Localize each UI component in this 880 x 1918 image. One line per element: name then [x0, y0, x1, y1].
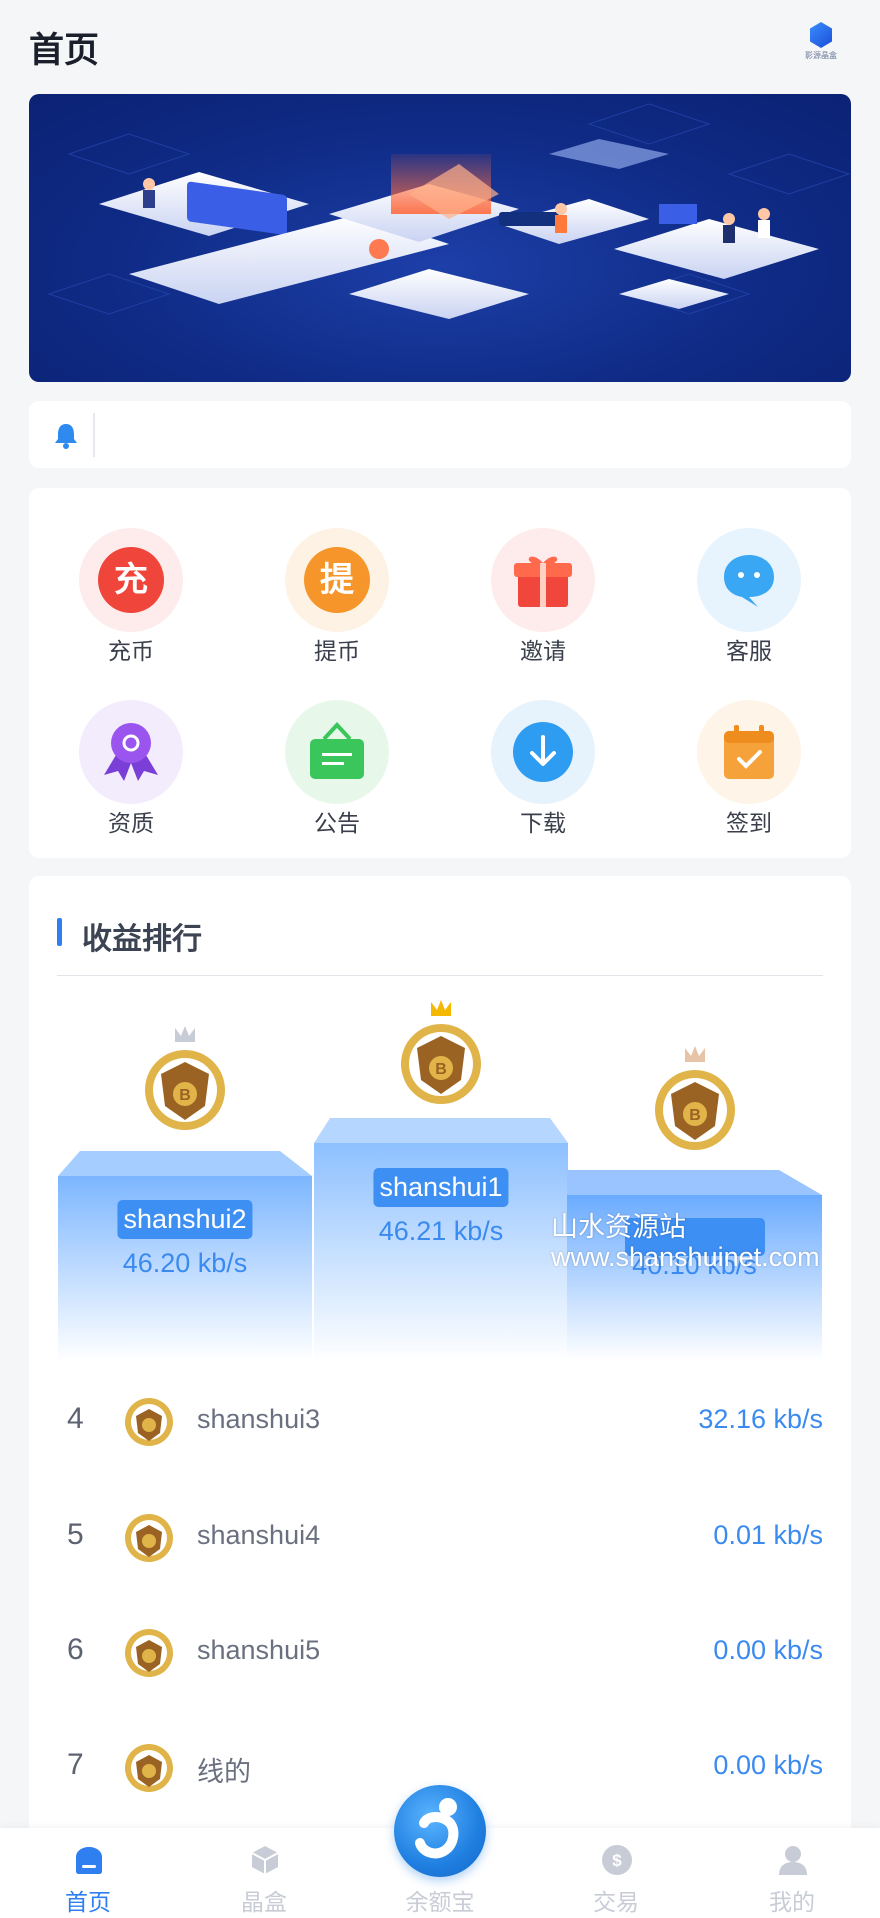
ranking-row[interactable]: 4 shanshui3 32.16 kb/s: [29, 1380, 851, 1460]
action-qualification[interactable]: 资质: [66, 674, 196, 836]
tab-label: 首页: [65, 1889, 111, 1915]
isometric-illustration: [47, 103, 851, 319]
tab-trade[interactable]: $ 交易: [528, 1828, 704, 1918]
rank-number: 6: [67, 1633, 84, 1666]
action-announcement[interactable]: 公告: [272, 674, 402, 836]
tab-label: 我的: [769, 1889, 815, 1915]
wallet-logo-icon: [415, 1798, 459, 1859]
rank-number: 7: [67, 1748, 84, 1781]
watermark-line2: www.shanshuinet.com: [551, 1242, 820, 1272]
tab-label: 晶盒: [241, 1889, 287, 1915]
action-checkin[interactable]: 签到: [684, 674, 814, 836]
rank-number: 4: [67, 1402, 84, 1435]
podium-first[interactable]: shanshui1 46.21 kb/s: [314, 1118, 568, 1361]
podium-name: shanshui1: [373, 1168, 509, 1207]
svg-text:$: $: [612, 1851, 622, 1870]
announcement-bar[interactable]: [29, 401, 851, 468]
svg-text:B: B: [689, 1107, 701, 1124]
recharge-icon: 充: [98, 547, 164, 613]
podium-name: shanshui2: [117, 1200, 253, 1239]
tab-label: 交易: [593, 1889, 639, 1915]
rank-speed: 0.00 kb/s: [713, 1635, 823, 1665]
action-label: 邀请: [520, 638, 566, 664]
medal-icon: [125, 1398, 173, 1446]
rank-number: 5: [67, 1518, 84, 1551]
rank-speed: 0.00 kb/s: [713, 1750, 823, 1780]
download-icon: [513, 722, 573, 782]
watermark-text: 山水资源站 www.shanshuinet.com: [551, 1212, 820, 1272]
ranking-row[interactable]: 6 shanshui5 0.00 kb/s: [29, 1611, 851, 1691]
action-label: 资质: [108, 810, 154, 836]
rank-name: shanshui5: [197, 1635, 321, 1665]
ranking-title: 收益排行: [82, 923, 202, 956]
action-label: 签到: [726, 810, 772, 836]
action-withdraw[interactable]: 提 提币: [272, 502, 402, 664]
watermark-line1: 山水资源站: [551, 1212, 686, 1242]
action-download[interactable]: 下载: [478, 674, 608, 836]
rank-speed: 32.16 kb/s: [698, 1404, 823, 1434]
medal-icon: [125, 1744, 173, 1792]
svg-text:B: B: [179, 1087, 191, 1104]
action-label: 提币: [314, 638, 360, 664]
notice-divider: [93, 413, 95, 457]
center-action-button[interactable]: [394, 1785, 486, 1877]
podium-speed: 46.20 kb/s: [122, 1248, 248, 1278]
title-accent-bar: [57, 918, 62, 946]
action-recharge[interactable]: 充 充币: [66, 502, 196, 664]
bell-icon: [55, 424, 77, 449]
svg-text:B: B: [435, 1061, 447, 1078]
bronze-crown-medal-icon: B: [655, 1046, 735, 1150]
rank-name: 线的: [197, 1757, 251, 1787]
app-logo-text: 影源晶盒: [805, 51, 837, 60]
action-label: 下载: [520, 810, 566, 836]
podium-second[interactable]: shanshui2 46.20 kb/s: [58, 1151, 312, 1361]
tab-home[interactable]: 首页: [0, 1828, 176, 1918]
action-label: 公告: [314, 810, 360, 836]
podium-speed: 46.21 kb/s: [378, 1216, 504, 1246]
notice-board-icon: [310, 722, 364, 779]
rank-speed: 0.01 kb/s: [713, 1520, 823, 1550]
silver-crown-medal-icon: B: [145, 1026, 225, 1130]
rank-name: shanshui4: [197, 1520, 321, 1550]
tab-label: 余额宝: [405, 1889, 475, 1915]
withdraw-icon: 提: [304, 547, 370, 613]
award-icon: [104, 723, 158, 781]
top-header: 首页 影源晶盒: [0, 0, 880, 90]
gift-icon: [514, 556, 572, 607]
promo-banner[interactable]: [29, 94, 851, 382]
dollar-coin-icon: $: [602, 1845, 632, 1875]
medal-icon: [125, 1629, 173, 1677]
rank-name: shanshui3: [197, 1404, 321, 1434]
action-label: 客服: [726, 638, 772, 664]
home-icon: [76, 1847, 102, 1874]
tab-crystal-box[interactable]: 晶盒: [176, 1828, 352, 1918]
medal-icon: [125, 1514, 173, 1562]
user-icon: [779, 1846, 807, 1875]
action-customer-service[interactable]: 客服: [684, 502, 814, 664]
action-invite[interactable]: 邀请: [478, 502, 608, 664]
ranking-row[interactable]: 5 shanshui4 0.01 kb/s: [29, 1496, 851, 1576]
calendar-check-icon: [724, 725, 774, 779]
cube-icon: [251, 1846, 279, 1874]
tab-profile[interactable]: 我的: [704, 1828, 880, 1918]
app-logo-icon: [810, 22, 832, 48]
gold-crown-medal-icon: B: [401, 1000, 481, 1104]
ranking-divider: [57, 975, 823, 976]
chat-icon: [724, 555, 774, 607]
home-page: 首页 影源晶盒 充 充币 提 提币 邀请 客服 资质 公告 下载 签到 收益排行…: [0, 0, 880, 1918]
app-logo[interactable]: 影源晶盒: [804, 22, 838, 62]
page-title: 首页: [29, 31, 100, 70]
earnings-ranking-card: 收益排行 shanshui2 46.20 kb/s B shanshui1 46…: [29, 876, 851, 1918]
quick-actions-grid: 充 充币 提 提币 邀请 客服 资质 公告 下载 签到: [29, 488, 851, 858]
action-label: 充币: [108, 638, 154, 664]
